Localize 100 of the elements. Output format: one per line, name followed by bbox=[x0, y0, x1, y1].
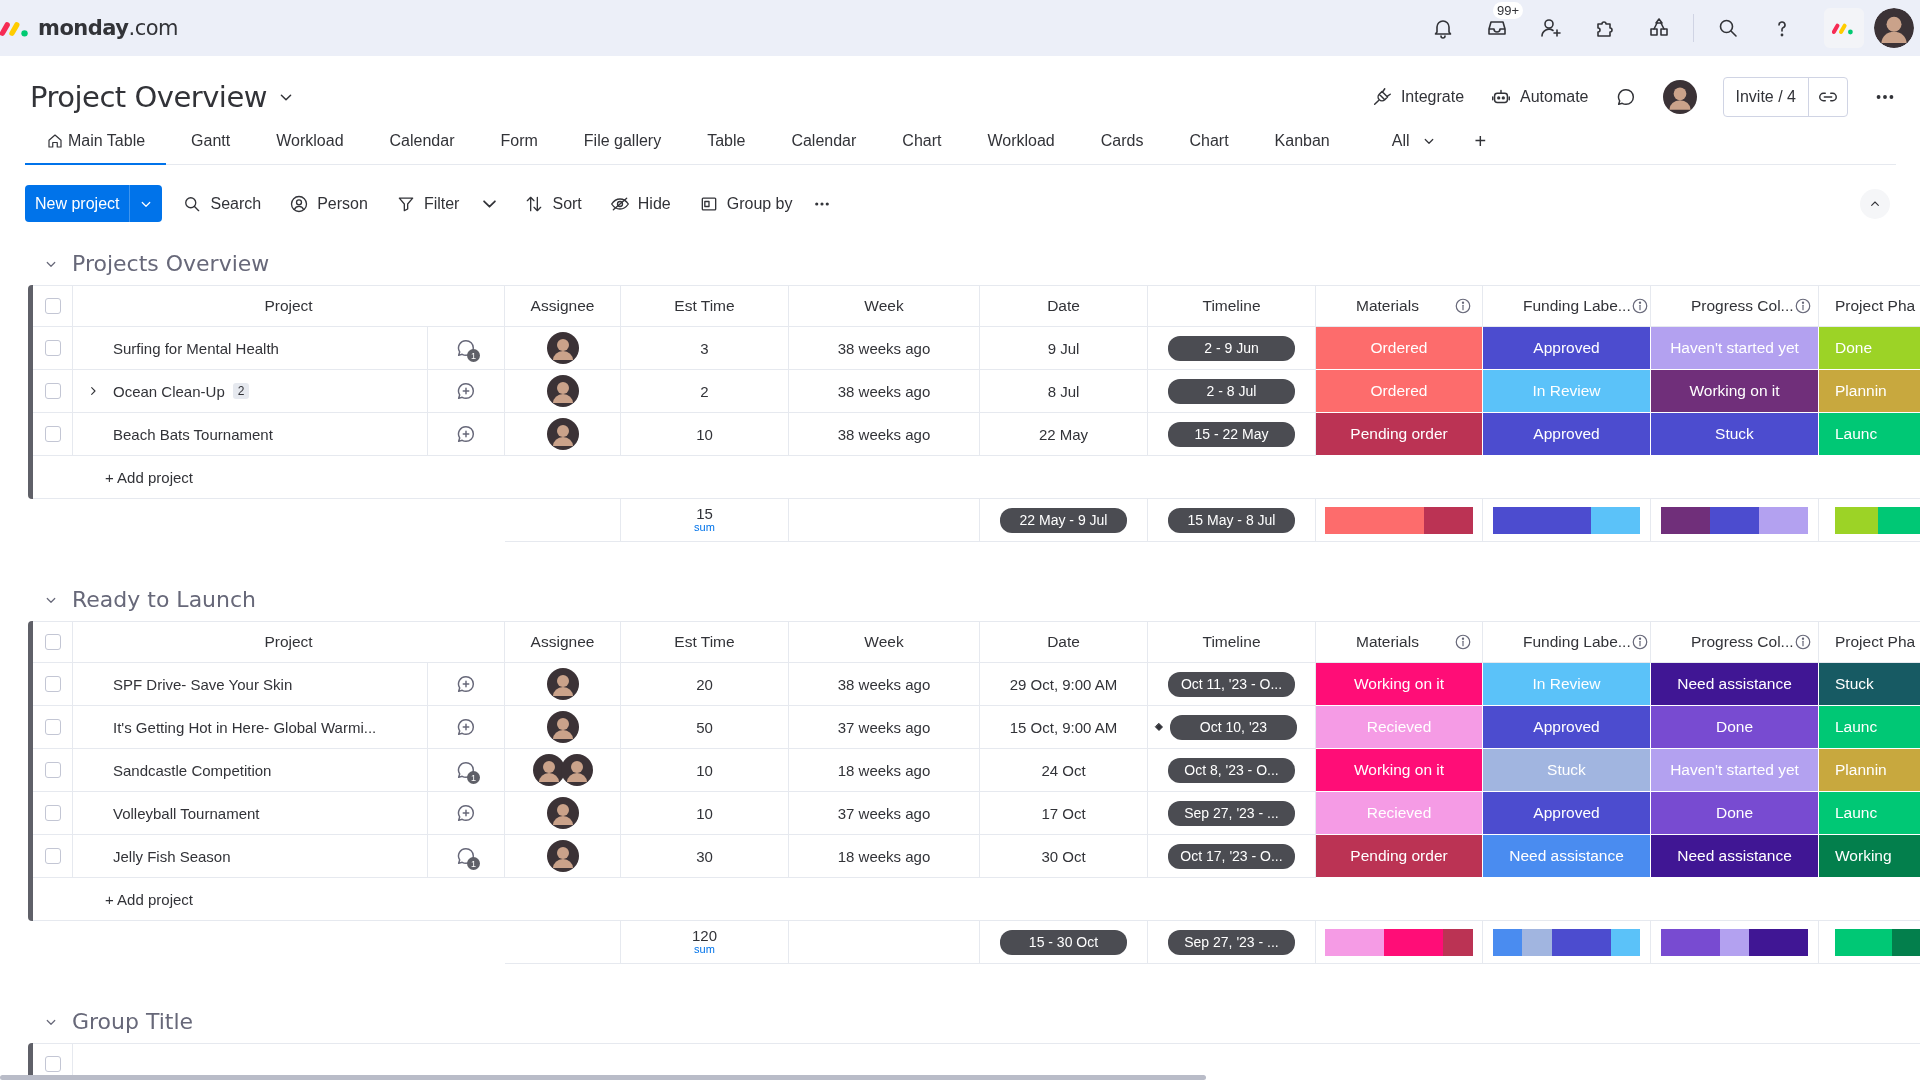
status-label[interactable]: Approved bbox=[1483, 706, 1651, 749]
integrate-button[interactable]: Integrate bbox=[1370, 86, 1465, 108]
info-icon[interactable] bbox=[1630, 633, 1649, 651]
status-label[interactable]: Working on it bbox=[1651, 370, 1819, 413]
view-tab[interactable]: Gantt bbox=[170, 119, 252, 165]
project-name[interactable]: Jelly Fish Season bbox=[113, 847, 231, 865]
group-title[interactable]: Projects Overview bbox=[72, 251, 270, 276]
add-comment-icon[interactable] bbox=[455, 423, 477, 445]
table-cell: 20 bbox=[621, 663, 789, 706]
checkbox[interactable] bbox=[44, 340, 61, 356]
logo-text: monday.com bbox=[38, 16, 179, 40]
person-button[interactable]: Person bbox=[281, 185, 376, 222]
invite-icon[interactable] bbox=[1539, 16, 1563, 40]
status-label[interactable]: Need assistance bbox=[1651, 835, 1819, 878]
checkbox[interactable] bbox=[44, 1056, 61, 1072]
table-cell: 10 bbox=[621, 792, 789, 835]
checkbox[interactable] bbox=[44, 719, 61, 735]
status-label[interactable]: Done bbox=[1651, 706, 1819, 749]
timeline-pill: 15 - 22 May bbox=[1168, 421, 1295, 447]
sum-label: sum bbox=[694, 944, 715, 956]
status-label[interactable]: Pending order bbox=[1316, 413, 1483, 456]
status-label[interactable]: Working on it bbox=[1316, 749, 1483, 792]
checkbox[interactable] bbox=[44, 805, 61, 821]
comment-icon[interactable] bbox=[455, 337, 477, 359]
info-icon[interactable] bbox=[1793, 633, 1812, 651]
view-tab[interactable]: File gallery bbox=[562, 119, 683, 165]
search-button[interactable]: Search bbox=[174, 185, 270, 222]
view-tab[interactable]: Chart bbox=[881, 119, 963, 165]
product-switcher[interactable] bbox=[1824, 8, 1864, 48]
add-view-button[interactable]: + bbox=[1462, 119, 1499, 165]
status-label[interactable]: Working bbox=[1819, 835, 1920, 878]
column-header: Project bbox=[73, 285, 505, 327]
status-label[interactable]: Approved bbox=[1483, 792, 1651, 835]
hide-button[interactable]: Hide bbox=[601, 185, 679, 222]
group-title[interactable]: Group Title bbox=[72, 1009, 194, 1034]
avatar bbox=[546, 375, 579, 407]
project-name[interactable]: Ocean Clean-Up bbox=[113, 382, 225, 400]
checkbox[interactable] bbox=[44, 298, 61, 314]
project-name[interactable]: Beach Bats Tournament bbox=[113, 425, 273, 443]
avatar bbox=[532, 754, 565, 786]
checkbox[interactable] bbox=[44, 848, 61, 864]
view-tab[interactable]: Workload bbox=[966, 119, 1076, 165]
table-cell: 10 bbox=[621, 413, 789, 456]
checkbox[interactable] bbox=[44, 676, 61, 692]
comment-icon[interactable] bbox=[455, 845, 477, 867]
view-tab[interactable]: Chart bbox=[1168, 119, 1250, 165]
status-label[interactable]: Stuck bbox=[1819, 663, 1920, 706]
project-name[interactable]: Volleyball Tournament bbox=[113, 804, 260, 822]
project-name[interactable]: SPF Drive- Save Your Skin bbox=[113, 675, 293, 693]
add-comment-icon[interactable] bbox=[455, 380, 477, 402]
view-tab[interactable]: Calendar bbox=[368, 119, 476, 165]
group-button[interactable]: Group by bbox=[690, 185, 801, 222]
add-comment-icon[interactable] bbox=[455, 802, 477, 824]
group-title[interactable]: Ready to Launch bbox=[72, 587, 257, 612]
table-cell: 15 Oct, 9:00 AM bbox=[980, 706, 1148, 749]
view-tab[interactable]: Cards bbox=[1079, 119, 1165, 165]
sort-button[interactable]: Sort bbox=[516, 185, 590, 222]
project-name[interactable]: Surfing for Mental Health bbox=[113, 339, 279, 357]
table-cell: 8 Jul bbox=[980, 370, 1148, 413]
project-name[interactable]: Sandcastle Competition bbox=[113, 761, 272, 779]
table-cell: 30 Oct bbox=[980, 835, 1148, 878]
new-project-button[interactable]: New project bbox=[25, 185, 163, 222]
view-tab[interactable]: Calendar bbox=[770, 119, 878, 165]
add-comment-icon[interactable] bbox=[455, 673, 477, 695]
add-project-link[interactable]: + Add project bbox=[105, 468, 193, 486]
view-tab[interactable]: Kanban bbox=[1253, 119, 1351, 165]
status-label[interactable]: Approved bbox=[1483, 327, 1651, 370]
scrollbar[interactable] bbox=[0, 1075, 1206, 1080]
column-header: Progress Col... bbox=[1691, 633, 1794, 651]
info-icon[interactable] bbox=[1630, 297, 1649, 315]
info-icon[interactable] bbox=[1454, 297, 1472, 315]
info-icon[interactable] bbox=[1454, 633, 1472, 651]
status-label[interactable]: Pending order bbox=[1316, 835, 1483, 878]
automate-button[interactable]: Automate bbox=[1490, 86, 1589, 108]
view-tab[interactable]: Table bbox=[686, 119, 767, 165]
add-project-link[interactable]: + Add project bbox=[105, 890, 193, 908]
info-icon[interactable] bbox=[1793, 297, 1812, 315]
table-cell: 38 weeks ago bbox=[789, 413, 980, 456]
add-comment-icon[interactable] bbox=[455, 716, 477, 738]
checkbox[interactable] bbox=[44, 762, 61, 778]
view-tab[interactable]: Form bbox=[479, 119, 559, 165]
status-label[interactable]: Need assistance bbox=[1651, 663, 1819, 706]
view-tab[interactable]: Workload bbox=[255, 119, 365, 165]
checkbox[interactable] bbox=[44, 426, 61, 442]
view-tab[interactable]: Main Table bbox=[25, 119, 167, 165]
avatar bbox=[546, 332, 579, 364]
status-label[interactable]: Approved bbox=[1483, 413, 1651, 456]
table-cell: 18 weeks ago bbox=[789, 749, 980, 792]
filter-button[interactable]: Filter bbox=[387, 185, 505, 222]
avatar bbox=[1872, 6, 1916, 50]
project-name[interactable]: It's Getting Hot in Here- Global Warmi... bbox=[113, 718, 377, 736]
checkbox[interactable] bbox=[44, 634, 61, 650]
checkbox[interactable] bbox=[44, 383, 61, 399]
status-label[interactable]: Done bbox=[1651, 792, 1819, 835]
status-label[interactable]: Working on it bbox=[1316, 663, 1483, 706]
all-views-dropdown[interactable]: All bbox=[1370, 119, 1459, 165]
status-label[interactable]: Stuck bbox=[1651, 413, 1819, 456]
timeline-pill: Oct 11, '23 - O... bbox=[1168, 671, 1295, 697]
table-cell: 2 bbox=[621, 370, 789, 413]
comment-icon[interactable] bbox=[455, 759, 477, 781]
